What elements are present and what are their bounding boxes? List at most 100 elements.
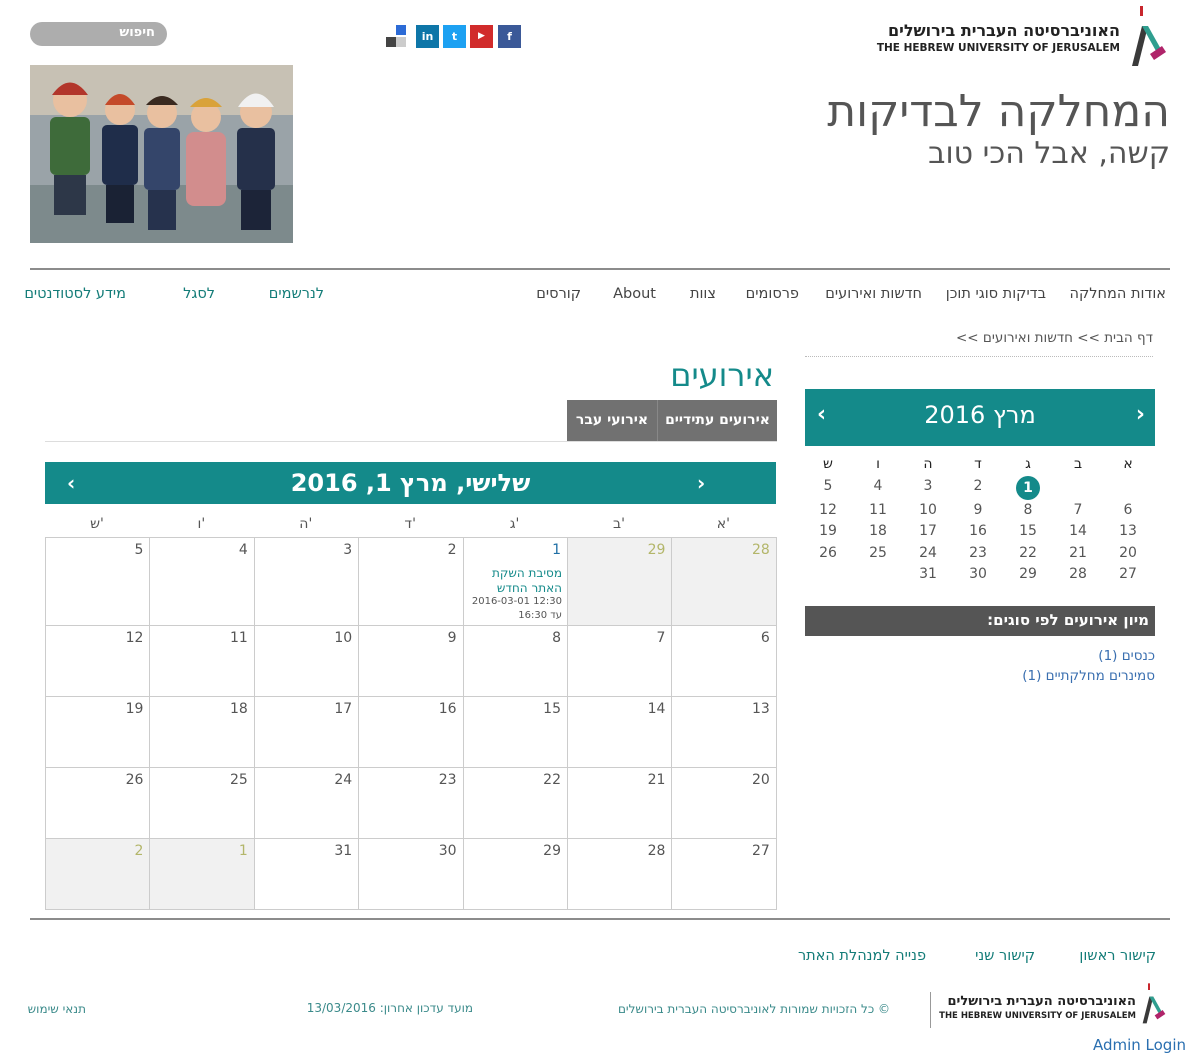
nav-student-info[interactable]: מידע לסטודנטים <box>24 286 126 302</box>
calendar-day-cell[interactable]: 20 <box>672 768 777 839</box>
calendar-day-cell[interactable]: 31 <box>254 839 360 910</box>
event-title-link[interactable]: מסיבת השקת האתר החדש <box>467 566 562 596</box>
calendar-day-cell[interactable]: 30 <box>359 839 464 910</box>
mini-date[interactable]: 8 <box>1013 502 1043 518</box>
tab-past-events[interactable]: אירועי עבר <box>567 400 658 442</box>
mini-date[interactable]: 16 <box>963 523 993 539</box>
nav-faculty[interactable]: לסגל <box>183 286 215 302</box>
footer-link-second[interactable]: קישור שני <box>975 948 1035 964</box>
prev-arrow-icon[interactable]: ‹ <box>67 471 75 495</box>
mini-date[interactable]: 31 <box>913 566 943 582</box>
nav-about[interactable]: About <box>613 286 656 302</box>
university-logo[interactable]: האוניברסיטה העברית בירושלים THE HEBREW U… <box>877 6 1170 68</box>
mini-date[interactable]: 9 <box>963 502 993 518</box>
footer-link-first[interactable]: קישור ראשון <box>1079 948 1156 964</box>
calendar-day-cell[interactable]: 23 <box>359 768 464 839</box>
calendar-day-cell[interactable]: 22 <box>463 768 568 839</box>
mini-date[interactable]: 21 <box>1063 545 1093 561</box>
calendar-day-cell[interactable]: 5 <box>46 538 151 626</box>
twitter-icon[interactable]: t <box>443 25 466 48</box>
mini-date[interactable]: 7 <box>1063 502 1093 518</box>
next-arrow-icon[interactable]: › <box>697 471 705 495</box>
mini-date[interactable]: 10 <box>913 502 943 518</box>
mini-date[interactable]: 14 <box>1063 523 1093 539</box>
mini-prev-arrow-icon[interactable]: ‹ <box>817 402 826 427</box>
calendar-day-cell[interactable]: 10 <box>254 626 360 697</box>
admin-login-link[interactable]: Admin Login <box>1093 1036 1186 1054</box>
calendar-day-cell[interactable]: 13 <box>672 697 777 768</box>
calendar-day-cell[interactable]: 14 <box>568 697 673 768</box>
mini-date[interactable]: 23 <box>963 545 993 561</box>
facebook-icon[interactable]: f <box>498 25 521 48</box>
calendar-day-cell[interactable]: 8 <box>463 626 568 697</box>
linkedin-icon[interactable]: in <box>416 25 439 48</box>
calendar-day-cell[interactable]: 29 <box>463 839 568 910</box>
calendar-day-cell[interactable]: 15 <box>463 697 568 768</box>
nav-courses[interactable]: קורסים <box>536 286 581 302</box>
calendar-day-cell[interactable]: 27 <box>672 839 777 910</box>
mini-date[interactable]: 12 <box>813 502 843 518</box>
mini-date[interactable]: 18 <box>863 523 893 539</box>
footer-terms-link[interactable]: תנאי שימוש <box>28 1002 86 1016</box>
event-type-link[interactable]: סמינרים מחלקתיים (1) <box>1022 668 1155 684</box>
event-type-link[interactable]: כנסים (1) <box>1098 648 1155 664</box>
mini-date[interactable]: 19 <box>813 523 843 539</box>
calendar-day-cell[interactable]: 11 <box>150 626 255 697</box>
nav-news-events[interactable]: חדשות ואירועים <box>825 286 922 302</box>
breadcrumb-current[interactable]: חדשות ואירועים <box>983 330 1073 346</box>
nav-publications[interactable]: פרסומים <box>746 286 799 302</box>
mini-date[interactable]: 5 <box>813 478 843 494</box>
nav-content-types[interactable]: בדיקות סוגי תוכן <box>946 286 1046 302</box>
nav-applicants[interactable]: לנרשמים <box>269 286 324 302</box>
calendar-day-cell[interactable]: 29 <box>568 538 673 626</box>
calendar-day-cell[interactable]: 21 <box>568 768 673 839</box>
mini-today-date[interactable]: 1 <box>1016 476 1040 500</box>
calendar-day-cell[interactable]: 25 <box>150 768 255 839</box>
breadcrumb-home[interactable]: דף הבית <box>1104 330 1153 346</box>
mini-date[interactable]: 11 <box>863 502 893 518</box>
calendar-day-cell[interactable]: 18 <box>150 697 255 768</box>
share-icon[interactable] <box>386 25 410 49</box>
calendar-day-cell[interactable]: 12 <box>46 626 151 697</box>
calendar-day-cell[interactable]: 4 <box>150 538 255 626</box>
calendar-day-cell[interactable]: 6 <box>672 626 777 697</box>
mini-date[interactable]: 24 <box>913 545 943 561</box>
mini-date[interactable]: 25 <box>863 545 893 561</box>
calendar-day-cell[interactable]: 28 <box>672 538 777 626</box>
mini-date[interactable]: 28 <box>1063 566 1093 582</box>
mini-date[interactable]: 22 <box>1013 545 1043 561</box>
nav-about-department[interactable]: אודות המחלקה <box>1070 286 1166 302</box>
calendar-day-cell[interactable]: 28 <box>568 839 673 910</box>
calendar-day-cell[interactable]: 3 <box>254 538 360 626</box>
mini-next-arrow-icon[interactable]: › <box>1136 402 1145 427</box>
footer-contact-admin[interactable]: פנייה למנהלת האתר <box>798 948 926 964</box>
mini-date[interactable]: 15 <box>1013 523 1043 539</box>
nav-staff[interactable]: צוות <box>690 286 716 302</box>
mini-date[interactable]: 3 <box>913 478 943 494</box>
calendar-day-cell[interactable]: 19 <box>46 697 151 768</box>
calendar-day-cell[interactable]: 1 מסיבת השקת האתר החדש 2016-03-01 12:30 עד … <box>463 538 568 626</box>
tab-future-events[interactable]: אירועים עתידיים <box>658 400 777 442</box>
search-button[interactable]: חיפוש <box>30 22 167 46</box>
mini-date[interactable]: 6 <box>1113 502 1143 518</box>
calendar-day-cell[interactable]: 26 <box>46 768 151 839</box>
calendar-day-cell[interactable]: 7 <box>568 626 673 697</box>
mini-date[interactable]: 29 <box>1013 566 1043 582</box>
footer-logo[interactable]: האוניברסיטה העברית בירושלים THE HEBREW U… <box>939 983 1170 1038</box>
calendar-day-cell[interactable]: 1 <box>150 839 255 910</box>
mini-date[interactable]: 26 <box>813 545 843 561</box>
calendar-day-cell[interactable]: 9 <box>359 626 464 697</box>
calendar-day-cell[interactable]: 17 <box>254 697 360 768</box>
mini-date[interactable]: 2 <box>963 478 993 494</box>
calendar-day-cell[interactable]: 2 <box>46 839 151 910</box>
calendar-day-cell[interactable]: 2 <box>359 538 464 626</box>
mini-date[interactable]: 30 <box>963 566 993 582</box>
calendar-day-cell[interactable]: 16 <box>359 697 464 768</box>
mini-date[interactable]: 20 <box>1113 545 1143 561</box>
calendar-day-cell[interactable]: 24 <box>254 768 360 839</box>
mini-date[interactable]: 4 <box>863 478 893 494</box>
youtube-icon[interactable]: ▶ <box>470 25 493 48</box>
mini-date[interactable]: 17 <box>913 523 943 539</box>
mini-date[interactable]: 27 <box>1113 566 1143 582</box>
mini-date[interactable]: 13 <box>1113 523 1143 539</box>
